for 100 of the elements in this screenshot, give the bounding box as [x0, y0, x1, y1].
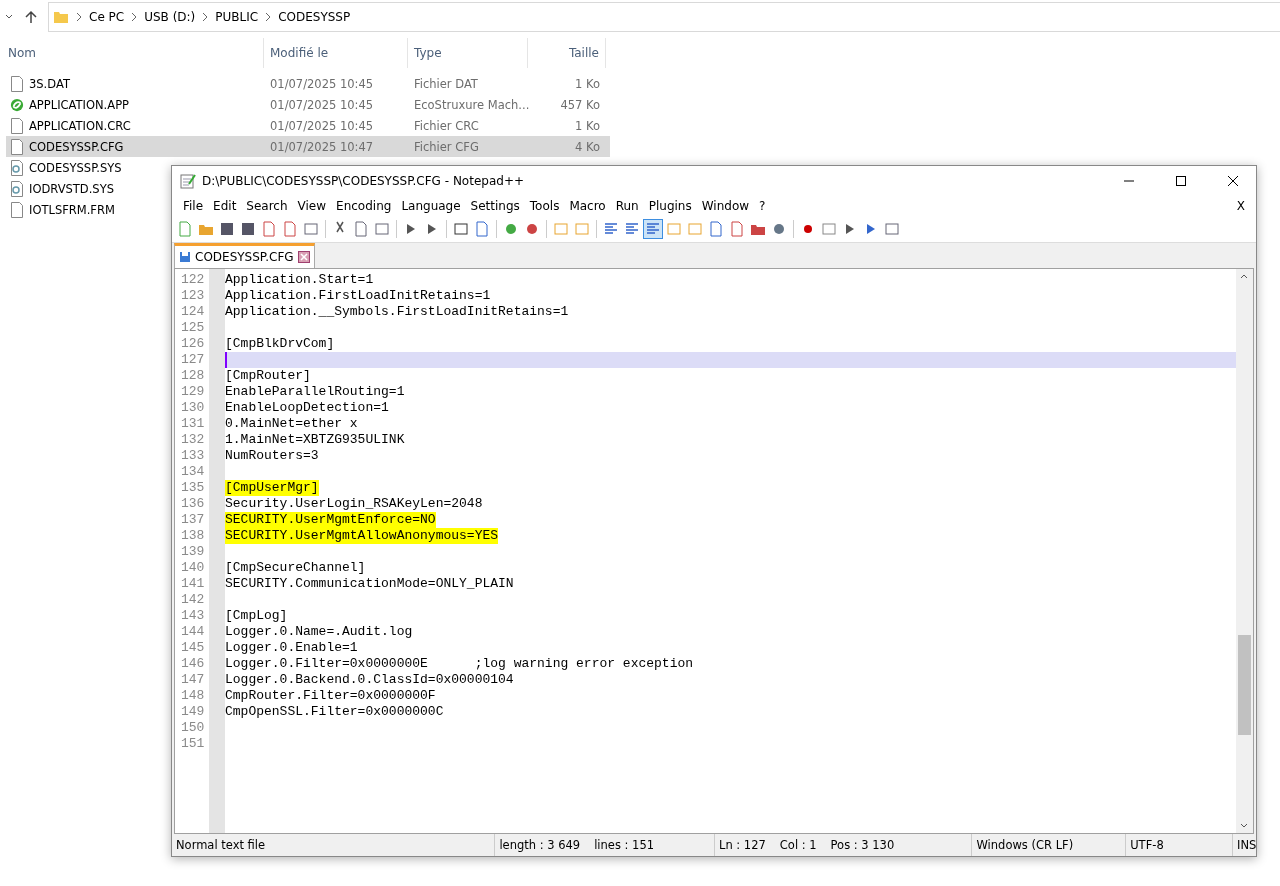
file-name: IODRVSTD.SYS: [29, 181, 114, 196]
file-name: APPLICATION.CRC: [29, 118, 131, 133]
file-size: 4 Ko: [574, 139, 601, 154]
line-number: 136: [180, 496, 206, 512]
address-bar[interactable]: Ce PC USB (D:) PUBLIC CODESYSSP: [48, 2, 1280, 32]
code-line: [CmpBlkDrvCom]: [225, 336, 335, 352]
line-number: 132: [180, 432, 206, 448]
modified-date: 01/07/2025 10:45: [269, 118, 375, 133]
breadcrumb-item[interactable]: USB (D:): [144, 10, 196, 24]
line-number: 122: [180, 272, 206, 288]
line-number: 139: [180, 544, 206, 560]
line-number: 151: [180, 736, 206, 752]
up-arrow-icon[interactable]: [24, 10, 38, 24]
menu-item[interactable]: Edit: [208, 199, 242, 213]
line-number: 145: [180, 640, 206, 656]
status-text: Ln : 127: [718, 838, 766, 852]
file-type: Fichier CRC: [413, 118, 480, 133]
close-document-button[interactable]: X: [1231, 199, 1250, 213]
chevron-right-icon: [201, 12, 210, 22]
code-line: Logger.0.Backend.0.ClassId=0x00000104: [225, 672, 514, 688]
line-number: 127: [180, 352, 206, 368]
status-text: Windows (CR LF): [972, 834, 1127, 856]
chevron-right-icon: [264, 12, 273, 22]
line-number: 130: [180, 400, 206, 416]
menu-item[interactable]: Settings: [465, 199, 525, 213]
status-text: Normal text file: [172, 834, 496, 856]
code-line: [CmpRouter]: [225, 368, 311, 384]
breadcrumb-item[interactable]: Ce PC: [89, 10, 125, 24]
line-number: 150: [180, 720, 206, 736]
scroll-thumb[interactable]: [1238, 635, 1251, 735]
modified-date: 01/07/2025 10:45: [269, 97, 375, 112]
status-text: length : 3 649: [499, 838, 581, 852]
line-number: 129: [180, 384, 206, 400]
file-size: 1 Ko: [574, 76, 601, 91]
code-line: SECURITY.CommunicationMode=ONLY_PLAIN: [225, 576, 514, 592]
file-row[interactable]: 3S.DAT 01/07/2025 10:45 Fichier DAT 1 Ko: [6, 73, 610, 94]
menu-item[interactable]: Encoding: [331, 199, 397, 213]
new-file-icon[interactable]: [176, 220, 194, 238]
system-file-icon: [10, 159, 24, 176]
status-text: Pos : 3 130: [830, 838, 895, 852]
menu-item[interactable]: Plugins: [643, 199, 697, 213]
file-row[interactable]: IODRVSTD.SYS: [6, 178, 118, 199]
line-number: 124: [180, 304, 206, 320]
scrollbar[interactable]: [1236, 269, 1253, 833]
status-text: INS: [1236, 837, 1256, 854]
breadcrumb-item[interactable]: PUBLIC: [215, 10, 259, 24]
folder-icon: [53, 9, 69, 25]
file-name: IOTLSFRM.FRM: [29, 202, 115, 217]
column-header[interactable]: Taille: [528, 38, 606, 68]
menu-item[interactable]: Search: [241, 199, 293, 213]
menu-item[interactable]: Tools: [524, 199, 565, 213]
notepad-icon: [180, 173, 196, 189]
code-line: Application.Start=1: [225, 272, 374, 288]
file-row[interactable]: APPLICATION.APP 01/07/2025 10:45 EcoStruxure Mach... 457 Ko: [6, 94, 610, 115]
column-header[interactable]: Nom: [0, 38, 264, 68]
code-line: CmpRouter.Filter=0x0000000F: [225, 688, 436, 704]
line-number: 137: [180, 512, 206, 528]
file-size: 1 Ko: [574, 118, 601, 133]
code-line: Security.UserLogin_RSAKeyLen=2048: [225, 496, 483, 512]
menu-item[interactable]: Run: [610, 199, 644, 213]
file-size: 457 Ko: [559, 97, 601, 112]
system-file-icon: [10, 180, 24, 197]
line-number: 147: [180, 672, 206, 688]
code-line: EnableLoopDetection=1: [225, 400, 389, 416]
file-icon: [10, 201, 24, 218]
column-header[interactable]: Modifié le: [264, 38, 408, 68]
code-line: NumRouters=3: [225, 448, 319, 464]
line-number: 142: [180, 592, 206, 608]
line-number: 149: [180, 704, 206, 720]
file-row[interactable]: IOTLSFRM.FRM: [6, 199, 119, 220]
code-line: 1.MainNet=XBTZG935ULINK: [225, 432, 405, 448]
menu-item[interactable]: Language: [396, 199, 466, 213]
line-number: 140: [180, 560, 206, 576]
line-number: 144: [180, 624, 206, 640]
close-icon[interactable]: [297, 251, 310, 263]
file-row[interactable]: CODESYSSP.CFG 01/07/2025 10:47 Fichier CFG 4 Ko: [6, 136, 610, 157]
menu-item[interactable]: Window: [696, 199, 755, 213]
menu-item[interactable]: Macro: [564, 199, 611, 213]
tab-label: CODESYSSP.CFG: [195, 250, 294, 264]
document-tab[interactable]: CODESYSSP.CFG: [174, 243, 315, 268]
file-icon: [10, 138, 24, 155]
breadcrumb-item[interactable]: CODESYSSP: [278, 10, 351, 24]
file-type: EcoStruxure Mach...: [413, 97, 528, 112]
file-row[interactable]: APPLICATION.CRC 01/07/2025 10:45 Fichier CRC 1 Ko: [6, 115, 610, 136]
code-line: Application.__Symbols.FirstLoadInitRetains=1: [225, 304, 569, 320]
file-type: Fichier CFG: [413, 139, 480, 154]
file-row[interactable]: CODESYSSP.SYS: [6, 157, 126, 178]
status-text: lines : 151: [594, 838, 655, 852]
column-header[interactable]: Type: [408, 38, 528, 68]
code-line: Logger.0.Filter=0x0000000E ;log warning error exception: [225, 656, 694, 672]
line-number: 123: [180, 288, 206, 304]
file-icon: [10, 75, 24, 92]
menu-item[interactable]: View: [292, 199, 332, 213]
file-name: CODESYSSP.SYS: [29, 160, 122, 175]
file-icon: [10, 117, 24, 134]
menu-item[interactable]: ?: [754, 199, 771, 213]
file-name: CODESYSSP.CFG: [29, 139, 124, 154]
chevron-right-icon: [130, 12, 139, 22]
menu-item[interactable]: File: [178, 199, 209, 213]
code-line: Logger.0.Name=.Audit.log: [225, 624, 413, 640]
